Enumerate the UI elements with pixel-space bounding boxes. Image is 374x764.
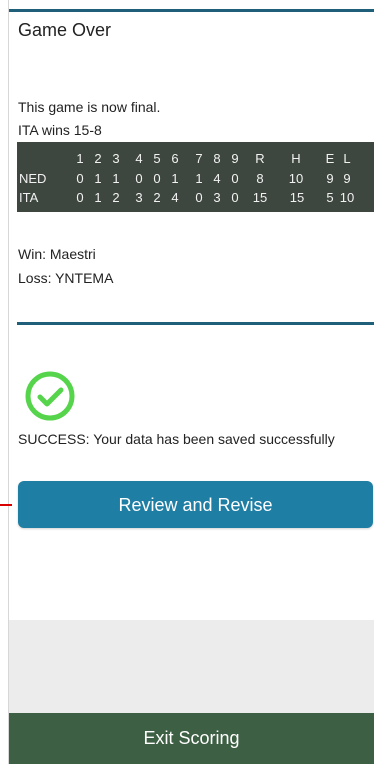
ita-inning-2: 1 — [94, 190, 102, 205]
save-success-message: SUCCESS: Your data has been saved succes… — [18, 431, 335, 447]
ita-inning-8: 3 — [213, 190, 221, 205]
scoreboard-header-9: 9 — [231, 151, 239, 166]
ned-inning-4: 0 — [135, 171, 143, 186]
ned-inning-8: 4 — [213, 171, 221, 186]
ned-runs: 8 — [256, 171, 264, 186]
game-over-screen: Game Over This game is now final. ITA wi… — [0, 0, 374, 764]
scoreboard-header-h: H — [291, 151, 301, 166]
ned-inning-9: 0 — [231, 171, 239, 186]
ned-lob: 9 — [343, 171, 351, 186]
scoreboard-header-r: R — [255, 151, 265, 166]
scoreboard-header-2: 2 — [94, 151, 102, 166]
scoreboard-header-5: 5 — [153, 151, 161, 166]
scoreboard-header-3: 3 — [112, 151, 120, 166]
bottom-gray-panel — [9, 620, 374, 713]
ita-lob: 10 — [339, 190, 355, 205]
scoreboard-header-l: L — [343, 151, 351, 166]
check-circle-icon — [24, 370, 76, 422]
page-title: Game Over — [18, 20, 112, 40]
ita-hits: 15 — [289, 190, 305, 205]
ned-inning-1: 0 — [76, 171, 84, 186]
scoreboard-header-8: 8 — [213, 151, 221, 166]
ita-runs: 15 — [252, 190, 268, 205]
review-and-revise-button[interactable]: Review and Revise — [18, 481, 373, 528]
ita-inning-5: 2 — [153, 190, 161, 205]
final-status-text: This game is now final. — [18, 99, 161, 115]
ita-inning-6: 4 — [171, 190, 179, 205]
winner-text: ITA wins 15-8 — [18, 122, 102, 138]
ned-inning-5: 0 — [153, 171, 161, 186]
ned-errors: 9 — [326, 171, 334, 186]
ita-inning-7: 0 — [195, 190, 203, 205]
winning-pitcher: Win: Maestri — [18, 246, 96, 262]
ned-inning-2: 1 — [94, 171, 102, 186]
ned-hits: 10 — [288, 171, 304, 186]
losing-pitcher: Loss: YNTEMA — [18, 270, 114, 286]
top-rule — [9, 9, 374, 12]
team-ned: NED — [19, 171, 47, 186]
ned-inning-6: 1 — [171, 171, 179, 186]
ned-inning-3: 1 — [112, 171, 120, 186]
ita-errors: 5 — [326, 190, 334, 205]
scoreboard: 1 2 3 4 5 6 7 8 9 R H E L NED 0 1 1 0 0 … — [17, 142, 374, 212]
scoreboard-header-7: 7 — [195, 151, 203, 166]
ita-inning-9: 0 — [231, 190, 239, 205]
section-divider — [17, 322, 374, 325]
ita-inning-4: 3 — [135, 190, 143, 205]
scoreboard-header-6: 6 — [171, 151, 179, 166]
ita-inning-3: 2 — [112, 190, 120, 205]
scoreboard-header-1: 1 — [76, 151, 84, 166]
exit-scoring-button[interactable]: Exit Scoring — [9, 713, 374, 764]
red-pointer-mark — [0, 504, 12, 506]
ned-inning-7: 1 — [195, 171, 203, 186]
ita-inning-1: 0 — [76, 190, 84, 205]
team-ita: ITA — [19, 190, 39, 205]
scoreboard-header-e: E — [325, 151, 335, 166]
scoreboard-header-4: 4 — [135, 151, 143, 166]
